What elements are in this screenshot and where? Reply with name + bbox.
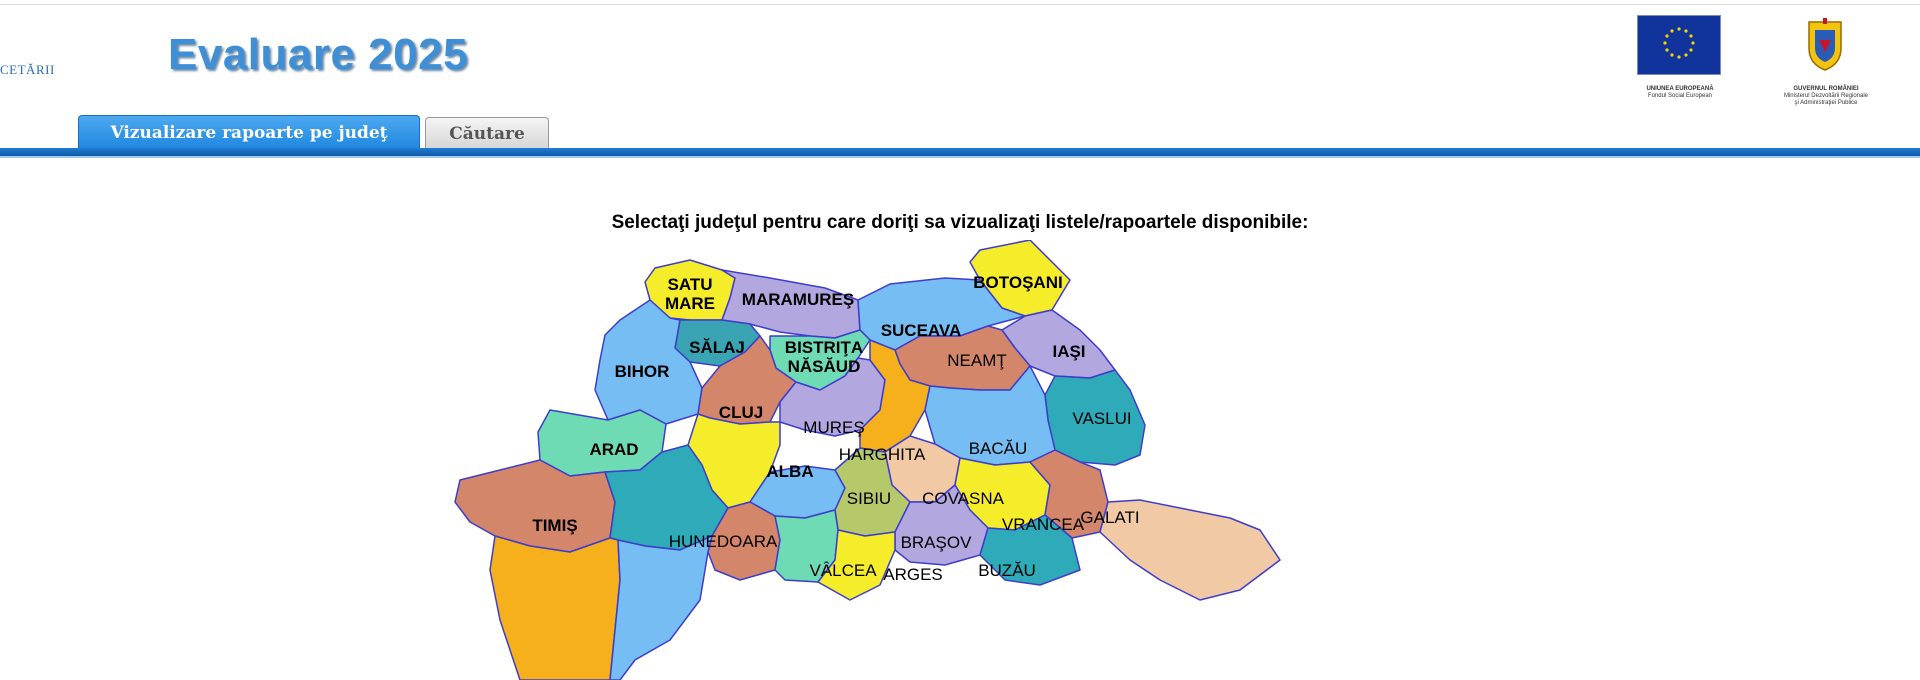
romania-coat-of-arms-logo: [1803, 16, 1847, 72]
eu-stars-icon: [1663, 27, 1695, 59]
county-label-galati: GALATI: [1080, 508, 1139, 527]
coat-of-arms-icon: [1808, 18, 1842, 71]
county-label-vrancea: VRANCEA: [1002, 515, 1085, 534]
county-label-arges: ARGES: [883, 565, 943, 584]
county-label-neamt: NEAMŢ: [947, 351, 1007, 370]
gov-caption-line-2: Ministerul Dezvoltării Regionale: [1783, 93, 1869, 99]
county-label-suceava: SUCEAVA: [881, 321, 962, 340]
gov-caption-line-3: şi Administraţiei Publice: [1794, 100, 1858, 106]
county-gorj[interactable]: [609, 535, 713, 680]
county-label-satu-mare-2: MARE: [665, 294, 715, 313]
county-label-hunedoara: HUNEDOARA: [669, 532, 778, 551]
government-logo-caption: GUVERNUL ROMÂNIEI Ministerul Dezvoltării…: [1766, 86, 1886, 107]
eu-flag-logo: [1638, 16, 1720, 74]
header-left-text: CETĂRII: [0, 62, 55, 77]
county-label-satu-mare-1: SATU: [667, 275, 712, 294]
county-label-vaslui: VASLUI: [1072, 409, 1131, 428]
page-title: Evaluare 2025: [168, 30, 469, 79]
county-label-bistrita-2: NĂSĂUD: [788, 357, 861, 376]
eu-caption-line-1: UNIUNEA EUROPEANĂ: [1646, 86, 1714, 92]
county-label-timis: TIMIŞ: [532, 516, 577, 535]
county-caras-severin[interactable]: [489, 535, 621, 680]
county-label-maramures: MARAMUREŞ: [742, 290, 854, 309]
county-label-buzau: BUZĂU: [978, 561, 1036, 580]
county-label-cluj: CLUJ: [719, 403, 763, 422]
eu-logo-caption: UNIUNEA EUROPEANĂ Fondul Social European: [1634, 86, 1726, 100]
county-label-bistrita-1: BISTRIŢA: [785, 338, 863, 357]
tab-bar-highlight: [0, 156, 1920, 158]
county-label-sibiu: SIBIU: [847, 489, 891, 508]
county-label-botosani: BOTOŞANI: [973, 273, 1062, 292]
county-select-instruction: Selectaţi judeţul pentru care doriţi sa …: [611, 212, 1309, 233]
county-label-covasna: COVASNA: [922, 489, 1005, 508]
tab-cautare[interactable]: Căutare: [425, 117, 549, 149]
county-label-arad: ARAD: [589, 440, 638, 459]
tab-bar-underline: [0, 148, 1920, 156]
county-label-alba: ALBA: [766, 462, 813, 481]
county-timis[interactable]: [454, 459, 616, 553]
romania-county-map: SATU MARE MARAMUREŞ BOTOŞANI SUCEAVA BIS…: [454, 240, 1281, 680]
tab-vizualizare-rapoarte[interactable]: Vizualizare rapoarte pe judeţ: [78, 115, 420, 149]
eu-caption-line-2: Fondul Social European: [1647, 93, 1713, 99]
county-label-harghita: HARGHITA: [839, 445, 926, 464]
county-label-valcea: VÂLCEA: [809, 561, 877, 580]
county-label-bacau: BACĂU: [969, 439, 1028, 458]
county-label-bihor: BIHOR: [615, 362, 670, 381]
top-border-line: [0, 4, 1920, 5]
gov-caption-line-1: GUVERNUL ROMÂNIEI: [1793, 86, 1859, 92]
county-label-salaj: SĂLAJ: [689, 338, 745, 357]
county-label-mures: MUREŞ: [803, 418, 864, 437]
county-label-brasov: BRAŞOV: [901, 533, 973, 552]
county-label-iasi: IAŞI: [1052, 342, 1085, 361]
